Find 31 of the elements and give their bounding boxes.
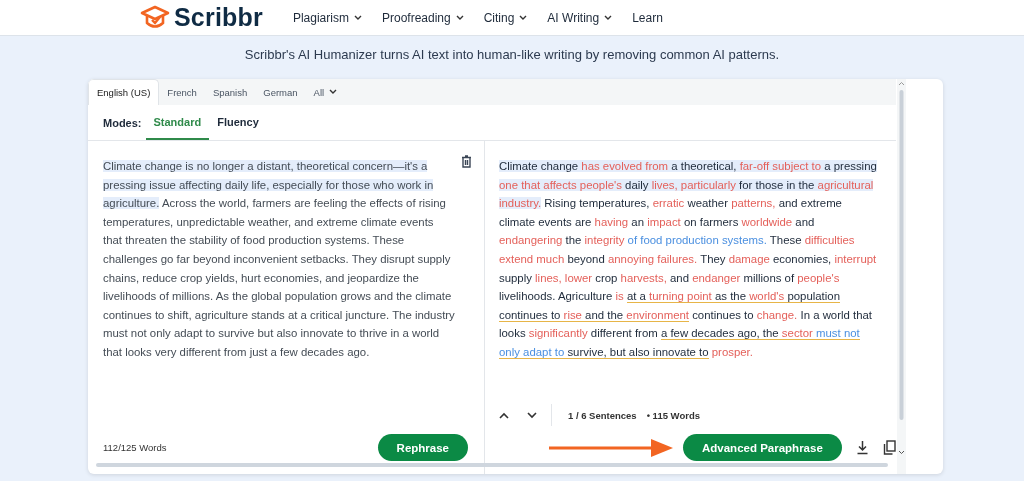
output-text[interactable]: Climate change has evolved from a theoretical, far-off subject to a pressing one that affects people's daily lives, particularly for those in the agricultural industry. Rising temperatures, erratic weather patterns, and extreme climate events are having an impact on farmers worldwide and endangering the integrity of food production systems. These difficulties extend much beyond annoying failures. They damage economies, interrupt supply lines, lower crop harvests, and endanger millions of people's livelihoods. Agriculture is at a turning point as the world's population continues to rise and the environment continues to change. In a world that looks significantly different from a few decades ago, the sector must not only adapt to survive, but also innovate to prosper.	[499, 157, 879, 362]
language-tab[interactable]: German	[255, 79, 306, 105]
logo-icon	[140, 4, 170, 31]
sentence-counter: 1 / 6 Sentences	[568, 409, 637, 421]
chevron-up-icon[interactable]	[499, 411, 509, 419]
language-tab[interactable]: English (US)	[88, 79, 160, 105]
language-tab[interactable]: All	[305, 79, 346, 105]
modes-label: Modes:	[103, 116, 142, 129]
input-text[interactable]: Climate change is no longer a distant, theoretical concern—it's a pressing issue affecting daily life, especially for those who work in agriculture. Across the world, farmers are feeling the effects of rising temperatures, unpredictable weather, and extreme climate events that threaten the stability of food production systems. These challenges go far beyond inconvenient setbacks. They disrupt supply chains, reduce crop yields, hurt economies, and jeopardize the livelihoods of millions. As the global population grows and the climate continues to shift, agriculture stands at a critical juncture. The industry must not only adapt to survive but also innovate to thrive in a world that looks very different from just a few decades ago.	[103, 157, 455, 362]
word-count: 112/125 Words	[103, 442, 167, 453]
rephrase-button[interactable]: Rephrase	[377, 434, 468, 461]
advanced-paraphrase-button[interactable]: Advanced Paraphrase	[683, 434, 842, 461]
word-count: • 115 Words	[646, 409, 700, 421]
mode-tab[interactable]: Standard	[145, 105, 210, 140]
trash-icon[interactable]	[461, 155, 472, 168]
copy-icon[interactable]	[882, 440, 896, 455]
tagline: Scribbr's AI Humanizer turns AI text into human-like writing by removing common AI patterns.	[244, 47, 780, 62]
nav-link[interactable]: Plagiarism	[292, 10, 362, 25]
language-tab[interactable]: French	[159, 79, 205, 105]
nav-link[interactable]: Citing	[483, 10, 528, 25]
download-icon[interactable]	[855, 440, 869, 455]
scrollbar[interactable]	[96, 463, 888, 467]
nav-link[interactable]: Proofreading	[381, 10, 464, 25]
chevron-down-icon[interactable]	[527, 411, 537, 419]
logo-text[interactable]: Scribbr	[174, 3, 263, 32]
nav-link[interactable]: Learn	[632, 10, 663, 25]
language-tab[interactable]: Spanish	[204, 79, 256, 105]
scrollbar[interactable]	[897, 79, 906, 474]
nav-link[interactable]: AI Writing	[547, 10, 613, 25]
arrow-icon	[549, 436, 675, 459]
mode-tab[interactable]: Fluency	[209, 105, 267, 140]
